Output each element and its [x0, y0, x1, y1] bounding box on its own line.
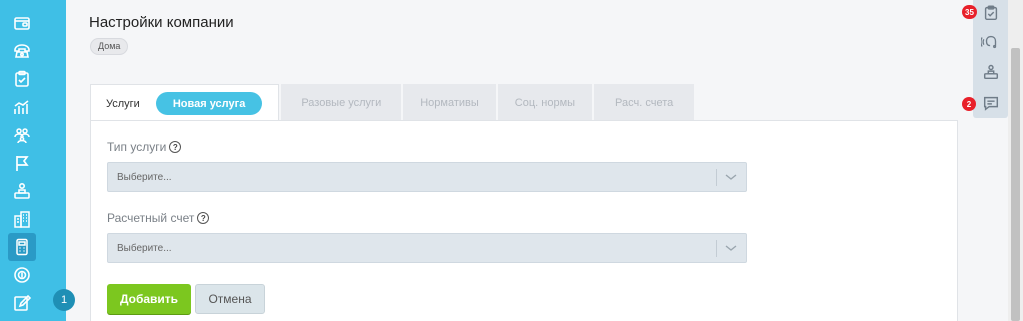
scrollbar[interactable] [1008, 0, 1023, 321]
support-button[interactable] [981, 32, 1001, 52]
add-button[interactable]: Добавить [107, 284, 191, 314]
nav-edit[interactable] [8, 289, 36, 317]
wallet-icon [14, 17, 30, 30]
select-divider [716, 240, 717, 257]
nav-analytics[interactable] [8, 93, 36, 121]
messages-button[interactable] [981, 93, 1001, 113]
account-label-text: Расчетный счет [107, 211, 195, 225]
account-select[interactable]: Выберите... [107, 233, 747, 263]
users-icon [14, 128, 30, 144]
headset-icon [981, 35, 997, 49]
help-icon[interactable]: ? [169, 141, 182, 153]
chevron-down-icon[interactable] [725, 172, 737, 182]
tab-services[interactable]: Услуги Новая услуга [90, 84, 280, 122]
phone-icon [14, 44, 30, 58]
coin-icon [14, 267, 30, 283]
tab-social-norms[interactable]: Соц. нормы [497, 84, 593, 121]
tab-accounts[interactable]: Расч. счета [594, 84, 695, 121]
nav-calculator[interactable] [8, 233, 36, 261]
service-type-placeholder: Выберите... [117, 171, 172, 183]
page-title: Настройки компании [89, 14, 234, 31]
service-form-panel: Тип услуги ? Выберите... Расчетный счет … [90, 120, 958, 321]
service-type-label-text: Тип услуги [107, 140, 167, 154]
messages-badge: 2 [962, 97, 976, 111]
chat-icon [983, 96, 999, 111]
clipboard-check-icon [984, 5, 998, 21]
nav-tasks[interactable] [8, 65, 36, 93]
edit-icon [14, 294, 32, 311]
left-sidebar: 1 [0, 0, 75, 321]
flag-icon [16, 156, 29, 171]
tab-bar: Услуги Новая услуга Разовые услуги Норма… [90, 84, 696, 122]
inspector-icon [14, 182, 30, 199]
scrollbar-thumb[interactable] [1011, 48, 1020, 321]
tasks-badge: 35 [962, 5, 977, 19]
service-type-select[interactable]: Выберите... [107, 162, 747, 192]
cancel-button[interactable]: Отмена [195, 284, 265, 314]
service-type-label: Тип услуги ? [107, 140, 182, 154]
nav-flag[interactable] [8, 149, 36, 177]
analytics-icon [14, 100, 29, 114]
nav-buildings[interactable] [8, 205, 36, 233]
help-icon[interactable]: ? [197, 212, 210, 224]
tab-one-time-services[interactable]: Разовые услуги [281, 84, 402, 121]
inspector-icon [983, 64, 999, 80]
nav-inspector[interactable] [8, 177, 36, 205]
tab-norms[interactable]: Нормативы [403, 84, 496, 121]
nav-wallet[interactable] [8, 9, 36, 37]
inspector-button[interactable] [981, 62, 1001, 82]
tasks-button[interactable] [981, 3, 1001, 23]
calculator-icon [16, 238, 28, 256]
nav-payments[interactable] [8, 261, 36, 289]
right-panel: 35 2 [962, 0, 1008, 118]
account-placeholder: Выберите... [117, 242, 172, 254]
account-label: Расчетный счет ? [107, 211, 210, 225]
new-service-button[interactable]: Новая услуга [155, 92, 263, 115]
building-icon [14, 211, 30, 228]
clipboard-check-icon [15, 70, 29, 87]
nav-phone[interactable] [8, 37, 36, 65]
nav-users[interactable] [8, 121, 36, 149]
main-content: Настройки компании Дома Услуги Новая усл… [66, 0, 973, 321]
tab-services-label: Услуги [106, 97, 140, 110]
category-tag[interactable]: Дома [90, 38, 129, 55]
chevron-down-icon[interactable] [725, 243, 737, 253]
select-divider [716, 169, 717, 186]
